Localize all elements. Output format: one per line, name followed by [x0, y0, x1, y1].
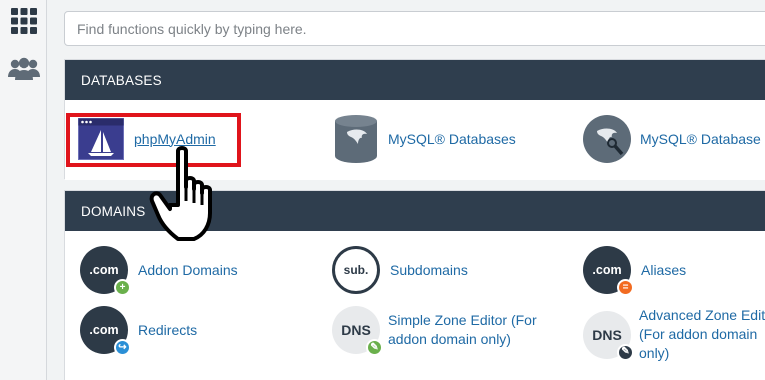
advanced-zone-editor-label: Advanced Zone Editor (For addon domain o…: [639, 307, 765, 361]
icon-text: DNS: [341, 322, 371, 338]
addon-domains-label: Addon Domains: [138, 261, 238, 278]
addon-domains-item[interactable]: .com + Addon Domains: [80, 246, 238, 296]
addon-domains-icon: .com +: [80, 246, 131, 296]
icon-text: DNS: [592, 326, 622, 343]
redirects-label: Redirects: [138, 321, 198, 338]
aliases-label: Aliases: [641, 261, 687, 278]
search-input[interactable]: [65, 12, 765, 45]
pencil-badge-icon: ✎: [617, 343, 634, 361]
left-rail: [0, 0, 47, 380]
redirects-icon: .com ↪: [80, 306, 131, 356]
subdomains-label: Subdomains: [390, 261, 468, 278]
redirects-item[interactable]: .com ↪ Redirects: [80, 306, 198, 356]
equals-badge-icon: =: [617, 279, 634, 296]
plus-badge-icon: +: [114, 279, 131, 296]
mysql-database-wizard-icon: [583, 115, 631, 163]
search-box[interactable]: [64, 11, 765, 46]
grid-icon[interactable]: [7, 4, 41, 38]
simple-zone-editor-label: Simple Zone Editor (For addon domain onl…: [388, 312, 537, 347]
mysql-databases-label: MySQL® Databases: [388, 130, 516, 147]
databases-heading: DATABASES: [65, 60, 765, 100]
aliases-icon: .com =: [583, 246, 634, 296]
advanced-zone-editor-icon: DNS ✎: [583, 310, 634, 361]
mysql-databases-icon: [334, 114, 378, 164]
simple-zone-editor-icon: DNS ✎: [332, 306, 383, 356]
mysql-databases-item[interactable]: MySQL® Databases: [334, 114, 516, 164]
subdomains-icon: sub.: [332, 246, 380, 294]
mysql-database-wizard-item[interactable]: MySQL® Database: [583, 115, 761, 163]
aliases-item[interactable]: .com = Aliases: [583, 246, 687, 296]
advanced-zone-editor-item[interactable]: DNS ✎ Advanced Zone Editor (For addon do…: [583, 306, 765, 363]
pencil-badge-icon: ✎: [366, 339, 383, 356]
hand-pointer-icon: [148, 145, 232, 245]
simple-zone-editor-item[interactable]: DNS ✎ Simple Zone Editor (For addon doma…: [332, 306, 568, 356]
icon-text: .com: [592, 263, 622, 277]
mysql-database-wizard-label: MySQL® Database: [640, 130, 761, 147]
icon-text: sub.: [343, 263, 369, 277]
users-icon[interactable]: [7, 52, 41, 86]
redirect-badge-icon: ↪: [114, 339, 131, 356]
phpmyadmin-icon: [78, 118, 124, 160]
icon-text: .com: [89, 323, 119, 337]
subdomains-item[interactable]: sub. Subdomains: [332, 246, 468, 294]
icon-text: .com: [89, 263, 119, 277]
